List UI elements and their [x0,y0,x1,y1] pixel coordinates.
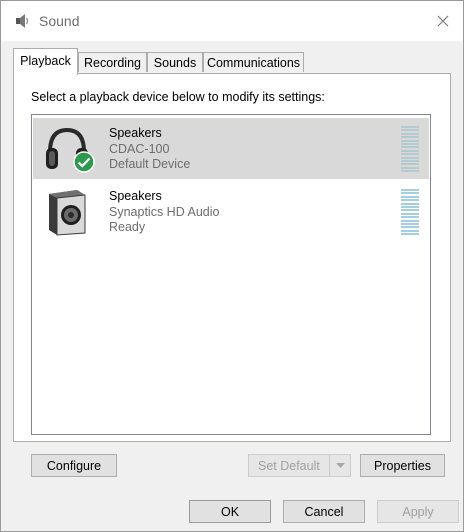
device-name: Speakers [109,189,162,203]
close-icon [437,15,449,27]
level-meter [401,126,419,173]
device-status: Ready [109,220,146,234]
ok-button[interactable]: OK [189,500,271,523]
window-title: Sound [39,13,80,29]
apply-button[interactable]: Apply [377,500,459,523]
tab-sounds[interactable]: Sounds [147,52,203,72]
device-description: CDAC-100 [109,141,170,156]
speaker-icon [16,14,29,28]
device-item-synaptics[interactable]: Speakers Synaptics HD Audio Ready [33,181,429,242]
level-meter [401,189,419,236]
tab-communications[interactable]: Communications [203,52,304,72]
configure-button[interactable]: Configure [31,454,117,477]
playback-panel: Select a playback device below to modify… [13,73,451,442]
speaker-box-icon [49,190,86,236]
device-info: Speakers CDAC-100 Default Device [109,126,190,173]
title-bar[interactable]: Sound [1,1,463,41]
cancel-button[interactable]: Cancel [283,500,365,523]
tab-playback[interactable]: Playback [13,48,78,75]
device-list[interactable]: Speakers CDAC-100 Default Device Speaker… [31,114,431,435]
chevron-down-icon [335,462,345,468]
set-default-dropdown[interactable] [330,454,350,477]
device-description: Synaptics HD Audio [109,204,220,219]
device-name: Speakers [109,126,162,140]
device-status: Default Device [109,157,191,171]
tab-recording[interactable]: Recording [78,52,147,72]
instruction-text: Select a playback device below to modify… [31,90,325,104]
device-item-cdac-100[interactable]: Speakers CDAC-100 Default Device [33,118,429,179]
close-button[interactable] [423,1,463,41]
properties-button[interactable]: Properties [360,454,445,477]
sound-dialog: Sound Playback Recording Sounds Communic… [0,0,464,532]
device-info: Speakers Synaptics HD Audio Ready [109,189,219,236]
default-check-icon [73,151,95,173]
